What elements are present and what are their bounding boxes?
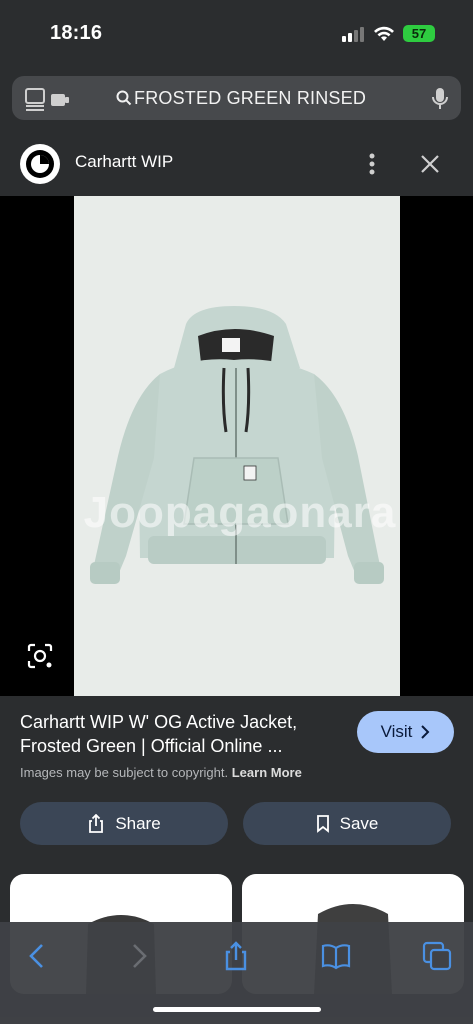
visit-button[interactable]: Visit [357, 711, 454, 753]
home-indicator[interactable] [153, 1007, 321, 1012]
wifi-icon [374, 26, 394, 41]
status-time: 18:16 [50, 22, 103, 44]
copyright-text: Images may be subject to copyright. [20, 765, 229, 780]
share-button[interactable]: Share [20, 802, 228, 845]
book-icon[interactable] [320, 940, 352, 972]
mic-icon[interactable] [430, 86, 450, 112]
chevron-right-icon [421, 725, 430, 739]
carhartt-logo-icon [26, 150, 54, 178]
site-logo [20, 144, 60, 184]
status-icons: 57 [341, 25, 435, 42]
site-name[interactable]: Carhartt WIP [75, 152, 173, 172]
tabs-icon[interactable] [24, 86, 72, 112]
battery-level: 57 [411, 26, 427, 41]
visit-label: Visit [380, 722, 413, 741]
bookmark-icon [316, 814, 329, 833]
search-icon [116, 90, 132, 106]
tab-switcher-icon[interactable] [421, 940, 453, 972]
forward-icon[interactable] [122, 940, 154, 972]
share-icon [89, 813, 104, 833]
save-button[interactable]: Save [243, 802, 451, 845]
product-image[interactable] [74, 196, 400, 696]
more-vert-icon[interactable] [362, 150, 382, 178]
cellular-signal-icon [342, 26, 364, 42]
lens-icon[interactable] [26, 642, 54, 670]
close-icon[interactable] [418, 152, 442, 176]
save-label: Save [339, 813, 379, 833]
back-icon[interactable] [22, 940, 54, 972]
copyright-note: Images may be subject to copyright. Lear… [20, 765, 302, 780]
image-watermark: Joopagaonara [83, 488, 397, 537]
result-header [0, 132, 473, 196]
share-label: Share [115, 813, 161, 833]
result-title[interactable]: Carhartt WIP W' OG Active Jacket, Froste… [20, 710, 350, 758]
learn-more-link[interactable]: Learn More [232, 765, 302, 780]
battery-indicator: 57 [403, 25, 435, 42]
search-query[interactable]: FROSTED GREEN RINSED [134, 88, 366, 109]
jacket-illustration [90, 306, 384, 584]
share-icon[interactable] [220, 940, 252, 972]
